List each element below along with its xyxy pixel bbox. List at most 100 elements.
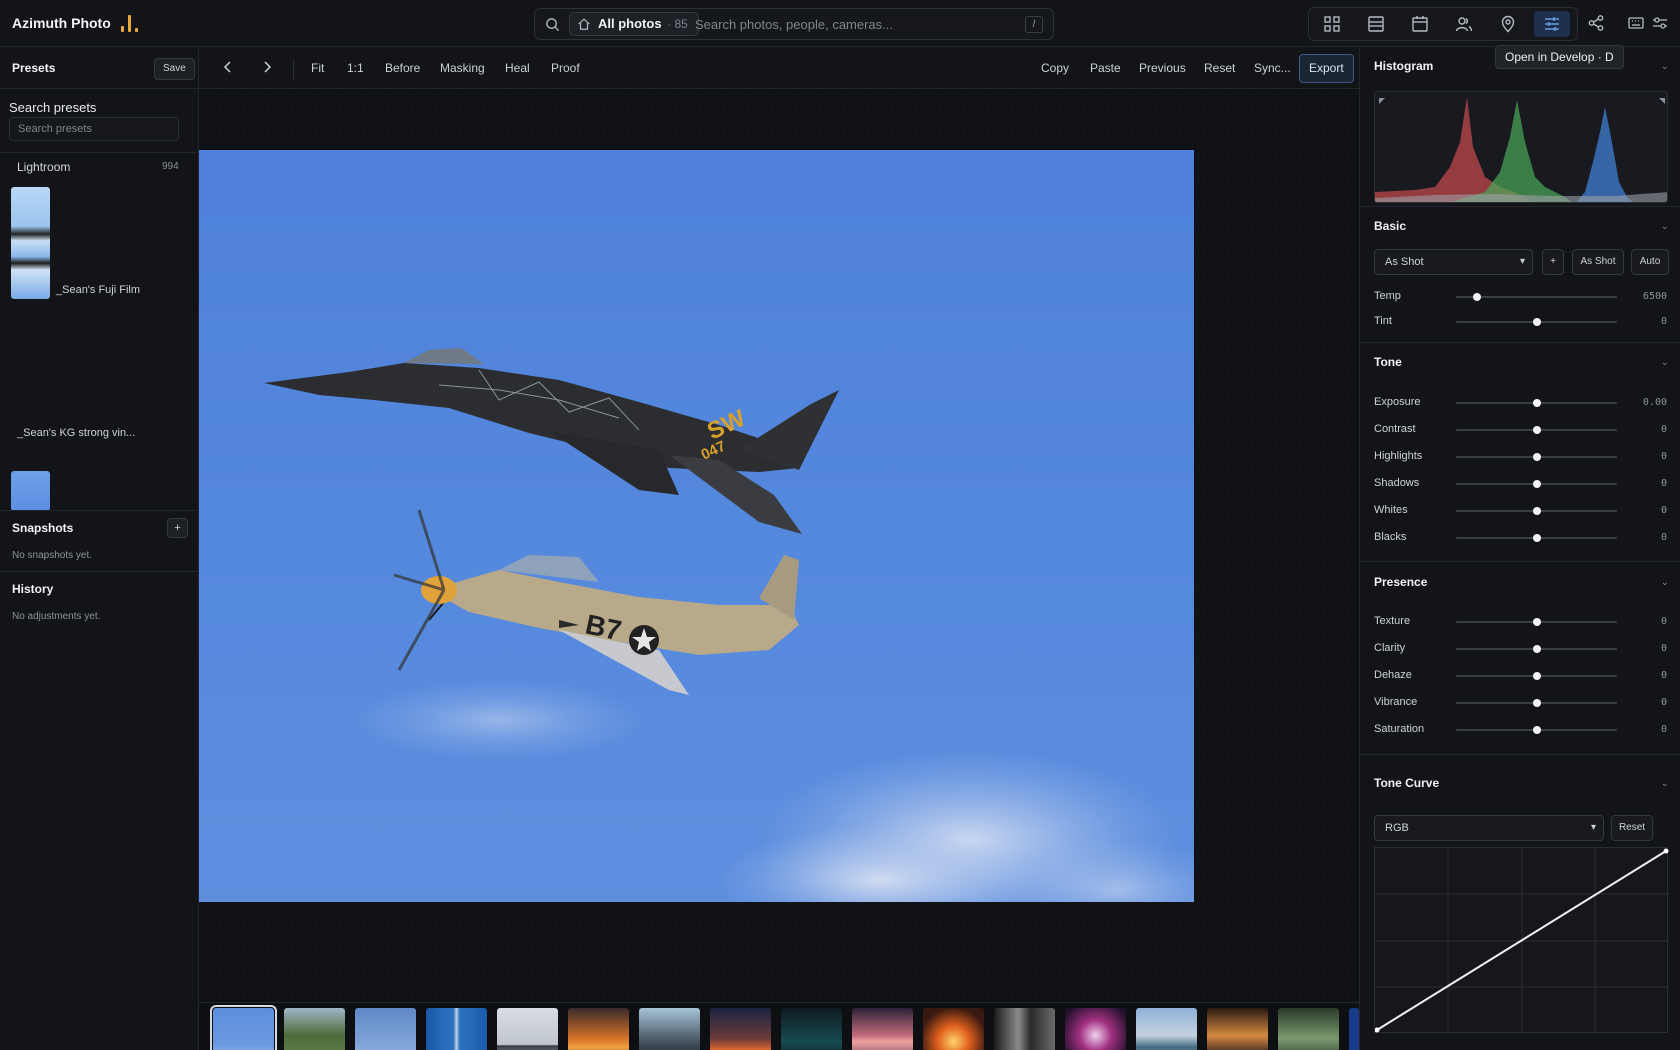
- filmstrip-thumbnail[interactable]: [210, 1005, 277, 1050]
- filmstrip-thumbnail[interactable]: [923, 1008, 984, 1050]
- basic-title[interactable]: Basic: [1374, 219, 1406, 233]
- auto-button[interactable]: Auto: [1631, 249, 1669, 275]
- proof-button[interactable]: Proof: [551, 61, 580, 75]
- keyboard-shortcuts-button[interactable]: [1627, 14, 1647, 34]
- copy-settings-button[interactable]: Copy: [1041, 61, 1069, 75]
- slider-handle[interactable]: [1472, 293, 1481, 301]
- slider-handle[interactable]: [1532, 699, 1541, 707]
- search-input[interactable]: [695, 15, 1015, 33]
- as-shot-button[interactable]: As Shot: [1572, 249, 1624, 275]
- slider-track[interactable]: [1456, 507, 1617, 515]
- people-view-button[interactable]: [1446, 11, 1482, 37]
- tone-curve-editor[interactable]: [1374, 847, 1669, 1034]
- slider-track[interactable]: [1456, 672, 1617, 680]
- scope-selector[interactable]: All photos · 85: [569, 12, 699, 36]
- share-button[interactable]: [1578, 10, 1614, 36]
- slider-exposure[interactable]: Exposure 0.00: [1360, 393, 1680, 413]
- slider-track[interactable]: [1456, 699, 1617, 707]
- slider-handle[interactable]: [1532, 318, 1541, 326]
- reset-button[interactable]: Reset: [1204, 61, 1235, 75]
- list-view-button[interactable]: [1358, 11, 1394, 37]
- preset-thumbnail[interactable]: [11, 187, 50, 299]
- slider-handle[interactable]: [1532, 672, 1541, 680]
- global-search[interactable]: All photos · 85 /: [534, 8, 1054, 40]
- preset-item[interactable]: _Sean's KG strong vin...: [17, 427, 135, 439]
- slider-handle[interactable]: [1532, 480, 1541, 488]
- filmstrip-thumbnail[interactable]: [1065, 1008, 1126, 1050]
- fit-button[interactable]: Fit: [311, 61, 324, 75]
- chevron-down-icon[interactable]: ⌄: [1661, 778, 1669, 789]
- filmstrip-thumbnail[interactable]: [497, 1008, 558, 1050]
- curve-reset-button[interactable]: Reset: [1611, 815, 1653, 841]
- filmstrip-thumbnail[interactable]: [1136, 1008, 1197, 1050]
- filmstrip-thumbnail[interactable]: [426, 1008, 487, 1050]
- slider-whites[interactable]: Whites 0: [1360, 501, 1680, 521]
- chevron-down-icon[interactable]: ⌄: [1661, 61, 1669, 72]
- settings-button[interactable]: [1651, 14, 1671, 34]
- slider-track[interactable]: [1456, 534, 1617, 542]
- slider-contrast[interactable]: Contrast 0: [1360, 420, 1680, 440]
- slider-handle[interactable]: [1532, 726, 1541, 734]
- filmstrip-thumbnail[interactable]: [781, 1008, 842, 1050]
- filmstrip-thumbnail[interactable]: [1349, 1008, 1359, 1050]
- slider-track[interactable]: [1456, 480, 1617, 488]
- slider-shadows[interactable]: Shadows 0: [1360, 474, 1680, 494]
- slider-temp[interactable]: Temp 6500: [1360, 287, 1680, 307]
- filmstrip-thumbnail[interactable]: [852, 1008, 913, 1050]
- masking-button[interactable]: Masking: [440, 61, 485, 75]
- calendar-view-button[interactable]: [1402, 11, 1438, 37]
- before-button[interactable]: Before: [385, 61, 420, 75]
- chevron-left-icon[interactable]: [221, 60, 235, 74]
- previous-settings-button[interactable]: Previous: [1139, 61, 1186, 75]
- curve-channel-select[interactable]: RGB ▾: [1374, 815, 1604, 841]
- filmstrip-thumbnail[interactable]: [994, 1008, 1055, 1050]
- paste-settings-button[interactable]: Paste: [1090, 61, 1121, 75]
- slider-blacks[interactable]: Blacks 0: [1360, 528, 1680, 548]
- save-preset-button[interactable]: Save: [154, 58, 195, 80]
- grid-view-button[interactable]: [1314, 11, 1350, 37]
- slider-highlights[interactable]: Highlights 0: [1360, 447, 1680, 467]
- develop-view-button[interactable]: [1534, 11, 1570, 37]
- slider-vibrance[interactable]: Vibrance 0: [1360, 693, 1680, 713]
- slider-track[interactable]: [1456, 293, 1617, 301]
- presence-title[interactable]: Presence: [1374, 575, 1427, 589]
- slider-texture[interactable]: Texture 0: [1360, 612, 1680, 632]
- add-snapshot-button[interactable]: +: [167, 518, 188, 538]
- chevron-down-icon[interactable]: ⌄: [1661, 577, 1669, 588]
- slider-handle[interactable]: [1532, 399, 1541, 407]
- slider-clarity[interactable]: Clarity 0: [1360, 639, 1680, 659]
- filmstrip-thumbnail[interactable]: [639, 1008, 700, 1050]
- main-photo[interactable]: SW 047 B7: [199, 150, 1194, 902]
- wb-add-button[interactable]: +: [1542, 249, 1564, 275]
- filmstrip-thumbnail[interactable]: [710, 1008, 771, 1050]
- filmstrip-thumbnail[interactable]: [1278, 1008, 1339, 1050]
- filmstrip-thumbnail[interactable]: [1207, 1008, 1268, 1050]
- slider-track[interactable]: [1456, 453, 1617, 461]
- slider-handle[interactable]: [1532, 453, 1541, 461]
- slider-saturation[interactable]: Saturation 0: [1360, 720, 1680, 740]
- slider-track[interactable]: [1456, 726, 1617, 734]
- preset-group-lightroom[interactable]: Lightroom: [17, 160, 70, 174]
- slider-track[interactable]: [1456, 318, 1617, 326]
- chevron-right-icon[interactable]: [260, 60, 274, 74]
- filmstrip-thumbnail[interactable]: [568, 1008, 629, 1050]
- slider-handle[interactable]: [1532, 426, 1541, 434]
- slider-tint[interactable]: Tint 0: [1360, 312, 1680, 332]
- slider-handle[interactable]: [1532, 645, 1541, 653]
- tone-curve-title[interactable]: Tone Curve: [1374, 776, 1439, 790]
- search-presets-input[interactable]: [9, 117, 179, 141]
- histogram-title[interactable]: Histogram: [1374, 59, 1433, 73]
- preset-item[interactable]: _Sean's Fuji Film: [56, 284, 140, 296]
- chevron-down-icon[interactable]: ⌄: [1661, 357, 1669, 368]
- slider-handle[interactable]: [1532, 507, 1541, 515]
- zoom-1to1-button[interactable]: 1:1: [347, 61, 364, 75]
- filmstrip-thumbnail[interactable]: [284, 1008, 345, 1050]
- chevron-down-icon[interactable]: ⌄: [1661, 221, 1669, 232]
- slider-handle[interactable]: [1532, 534, 1541, 542]
- export-button[interactable]: Export: [1299, 54, 1354, 83]
- sync-button[interactable]: Sync...: [1254, 61, 1291, 75]
- slider-dehaze[interactable]: Dehaze 0: [1360, 666, 1680, 686]
- slider-track[interactable]: [1456, 399, 1617, 407]
- preset-thumbnail[interactable]: [11, 471, 50, 511]
- map-view-button[interactable]: [1490, 11, 1526, 37]
